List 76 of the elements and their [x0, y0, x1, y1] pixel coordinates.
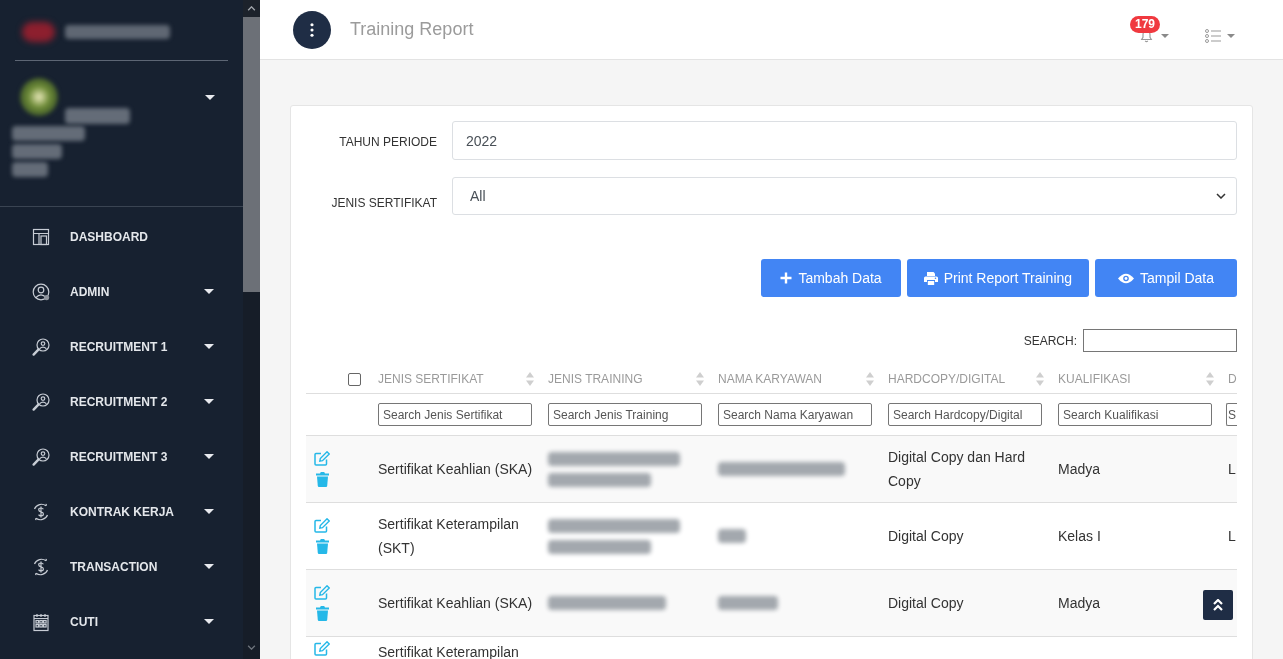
table-cell: Madya	[1058, 461, 1101, 477]
search-field[interactable]	[1083, 329, 1237, 352]
page-title: Training Report	[350, 18, 474, 41]
column-search-field[interactable]: Search Jenis Training	[548, 403, 702, 426]
checkbox[interactable]	[348, 372, 361, 386]
blurred-text	[65, 108, 130, 124]
edit-icon[interactable]	[314, 518, 330, 533]
printer-icon	[923, 271, 938, 285]
blurred-text	[718, 596, 778, 610]
scroll-to-top-button[interactable]	[1203, 590, 1233, 620]
sort-icon	[696, 372, 704, 386]
sidebar-item[interactable]: ADMIN	[0, 264, 243, 319]
magnifier-person-icon	[31, 391, 51, 412]
trash-icon[interactable]	[316, 539, 329, 554]
table-cell: Kelas I	[1058, 528, 1101, 544]
sidebar-item[interactable]: RECRUITMENT 1	[0, 319, 243, 374]
blurred-text	[718, 529, 746, 543]
sort-icon	[526, 372, 534, 386]
column-search-field[interactable]: Search Hardcopy/Digital	[888, 403, 1042, 426]
sort-icon	[866, 372, 874, 386]
column-search-field[interactable]: Search Jenis Sertifikat	[378, 403, 532, 426]
edit-icon[interactable]	[314, 451, 330, 466]
field-label: TAHUN PERIODE	[339, 135, 437, 149]
eye-icon	[1118, 272, 1135, 284]
layout-icon	[31, 226, 51, 247]
trash-icon[interactable]	[316, 606, 329, 621]
column-search-field[interactable]: Search Nama Karyawan	[718, 403, 872, 426]
notification-badge: 179	[1130, 15, 1161, 33]
blurred-avatar	[20, 78, 58, 116]
chevron-down-icon	[1216, 193, 1226, 199]
sidebar-item[interactable]: DASHBOARD	[0, 209, 243, 264]
table-cell: L	[1228, 461, 1236, 477]
plus-icon	[780, 272, 793, 284]
search-label: SEARCH:	[1023, 332, 1077, 350]
edit-icon[interactable]	[314, 641, 330, 656]
trash-icon[interactable]	[316, 472, 329, 487]
table-cell: Sertifikat Keterampilan	[378, 644, 519, 659]
sort-icon	[1206, 372, 1214, 386]
table-cell: Madya	[1058, 595, 1101, 611]
user-gear-icon	[31, 281, 51, 302]
magnifier-person-icon	[31, 336, 51, 357]
sidebar-item[interactable]: TRANSACTION	[0, 539, 243, 594]
vertical-dots-icon	[310, 22, 314, 37]
table-cell: Digital Copy dan Hard Copy	[888, 449, 1025, 489]
scrollbar-thumb[interactable]	[243, 17, 260, 292]
table-cell: Sertifikat Keterampilan (SKT)	[378, 516, 519, 556]
table-cell: Digital Copy	[888, 528, 964, 544]
dropdown[interactable]: All	[452, 177, 1237, 215]
field-label: JENIS SERTIFIKAT	[331, 196, 437, 210]
scroll-down-icon[interactable]	[247, 644, 256, 650]
view-button[interactable]: Tampil Data	[1095, 259, 1237, 297]
sidebar-item[interactable]: RECRUITMENT 2	[0, 374, 243, 429]
magnifier-person-icon	[31, 446, 51, 467]
column-search-field[interactable]: Search Kualifikasi	[1058, 403, 1212, 426]
sidebar-item[interactable]: RECRUITMENT 3	[0, 429, 243, 484]
table-cell: L	[1228, 528, 1236, 544]
sidebar-item[interactable]: KONTRAK KERJA	[0, 484, 243, 539]
dollar-cycle-icon	[31, 556, 51, 577]
calendar-icon	[31, 611, 51, 632]
dollar-cycle-icon	[31, 501, 51, 522]
add-button[interactable]: Tambah Data	[761, 259, 901, 297]
table-cell: Digital Copy	[888, 595, 964, 611]
blurred-logo	[22, 22, 55, 42]
table-cell: Sertifikat Keahlian (SKA)	[378, 461, 533, 477]
list-icon[interactable]	[1205, 28, 1221, 43]
more-options-button[interactable]	[293, 10, 331, 49]
edit-icon[interactable]	[314, 585, 330, 600]
double-chevron-up-icon	[1213, 599, 1223, 611]
column-search-field[interactable]: S	[1226, 403, 1237, 426]
sort-icon	[1036, 372, 1044, 386]
sidebar-item[interactable]: CUTI	[0, 594, 243, 649]
print-button[interactable]: Print Report Training	[906, 259, 1090, 297]
input-field[interactable]: 2022	[452, 121, 1237, 160]
caret-down-icon[interactable]	[205, 94, 215, 100]
scroll-up-icon[interactable]	[247, 6, 256, 11]
table-cell: Sertifikat Keahlian (SKA)	[378, 595, 533, 611]
